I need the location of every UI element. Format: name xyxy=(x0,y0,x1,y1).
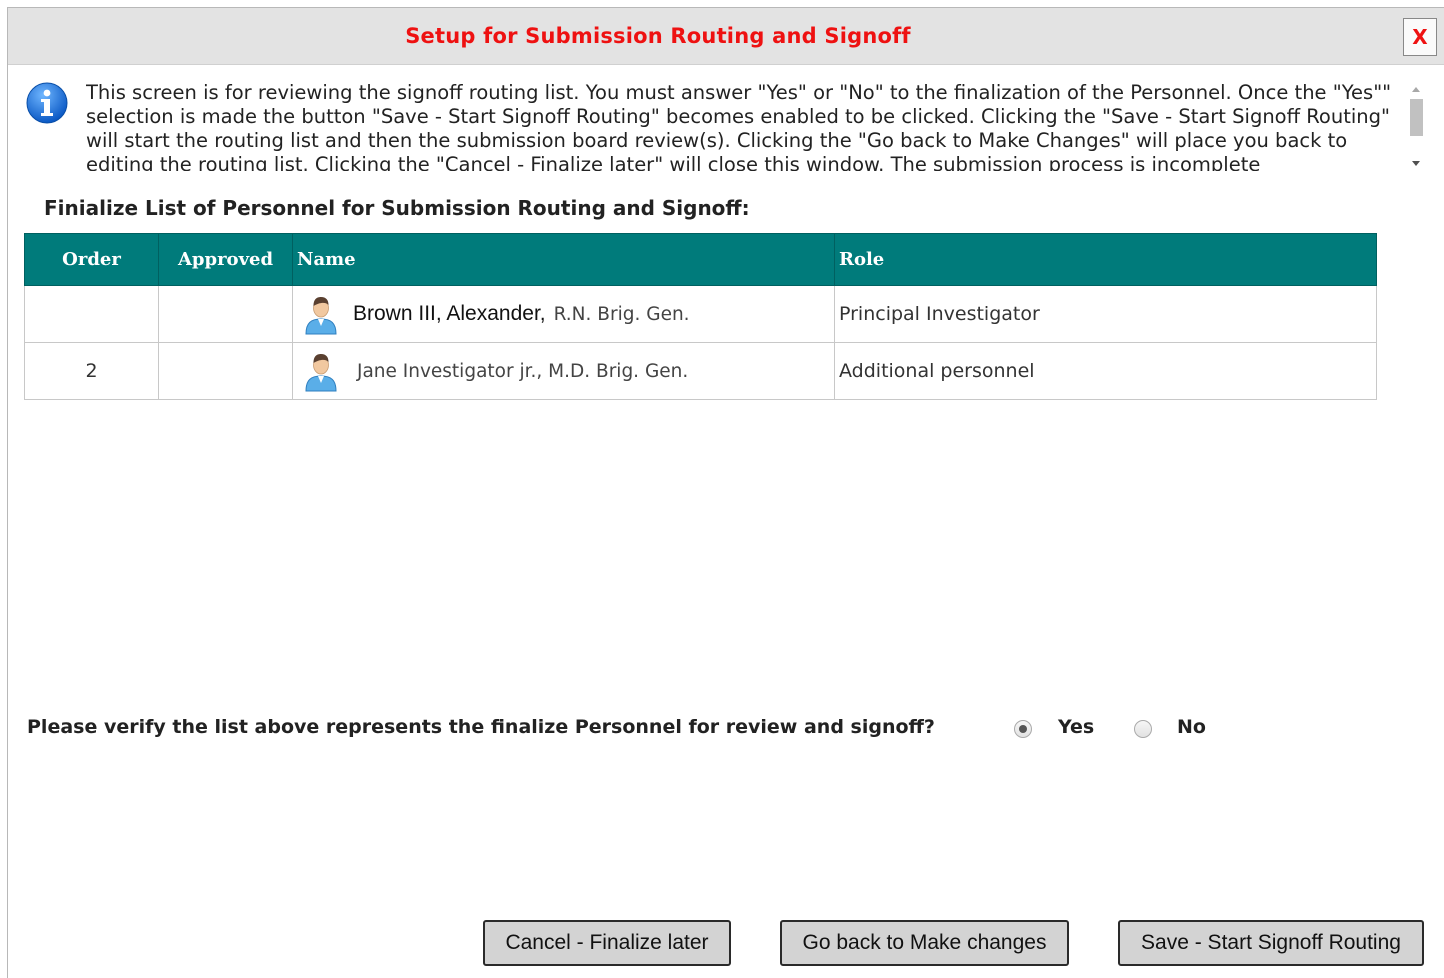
section-heading: Finialize List of Personnel for Submissi… xyxy=(44,196,750,220)
person-credentials: Jane Investigator jr., M.D. Brig. Gen. xyxy=(357,360,689,382)
person-credentials: R.N. Brig. Gen. xyxy=(553,303,690,325)
cell-order xyxy=(24,285,159,343)
verify-question: Please verify the list above represents … xyxy=(27,716,935,738)
scroll-up-arrow-icon[interactable] xyxy=(1412,87,1420,92)
column-header-name[interactable]: Name xyxy=(292,233,835,286)
go-back-to-make-changes-button[interactable]: Go back to Make changes xyxy=(780,920,1069,966)
close-button[interactable]: X xyxy=(1403,18,1437,56)
info-text: This screen is for reviewing the signoff… xyxy=(86,81,1392,171)
person-icon xyxy=(305,297,337,335)
cell-order: 2 xyxy=(24,342,159,400)
cell-name: Jane Investigator jr., M.D. Brig. Gen. xyxy=(292,342,835,400)
column-header-role[interactable]: Role xyxy=(834,233,1377,286)
save-start-signoff-routing-button[interactable]: Save - Start Signoff Routing xyxy=(1118,920,1424,966)
cell-role: Additional personnel xyxy=(834,342,1377,400)
column-header-order[interactable]: Order xyxy=(24,233,159,286)
personnel-table: Order Approved Name Role Brown III, Alex… xyxy=(24,233,1377,400)
no-radio[interactable] xyxy=(1134,720,1152,738)
person-name: Brown III, Alexander, xyxy=(353,302,546,325)
cell-name: Brown III, Alexander, R.N. Brig. Gen. xyxy=(292,285,835,343)
yes-radio-label[interactable]: Yes xyxy=(1058,716,1094,738)
table-header-row: Order Approved Name Role xyxy=(24,233,1377,286)
info-scrollbar[interactable] xyxy=(1408,81,1426,173)
table-row[interactable]: 2 Jane Investigator jr., M.D. Brig. Gen. xyxy=(24,342,1377,400)
column-header-approved[interactable]: Approved xyxy=(158,233,293,286)
scroll-down-arrow-icon[interactable] xyxy=(1412,161,1420,166)
person-icon xyxy=(305,354,337,392)
cell-approved xyxy=(158,342,293,400)
dialog-titlebar: Setup for Submission Routing and Signoff… xyxy=(8,8,1444,65)
cell-approved xyxy=(158,285,293,343)
routing-dialog: Setup for Submission Routing and Signoff… xyxy=(7,7,1444,978)
no-radio-label[interactable]: No xyxy=(1177,716,1206,738)
table-row[interactable]: Brown III, Alexander, R.N. Brig. Gen. Pr… xyxy=(24,285,1377,343)
cell-role: Principal Investigator xyxy=(834,285,1377,343)
info-icon xyxy=(26,82,68,124)
yes-radio[interactable] xyxy=(1014,720,1032,738)
dialog-title: Setup for Submission Routing and Signoff xyxy=(405,24,911,48)
scroll-thumb[interactable] xyxy=(1410,99,1423,136)
cancel-finalize-later-button[interactable]: Cancel - Finalize later xyxy=(483,920,731,966)
